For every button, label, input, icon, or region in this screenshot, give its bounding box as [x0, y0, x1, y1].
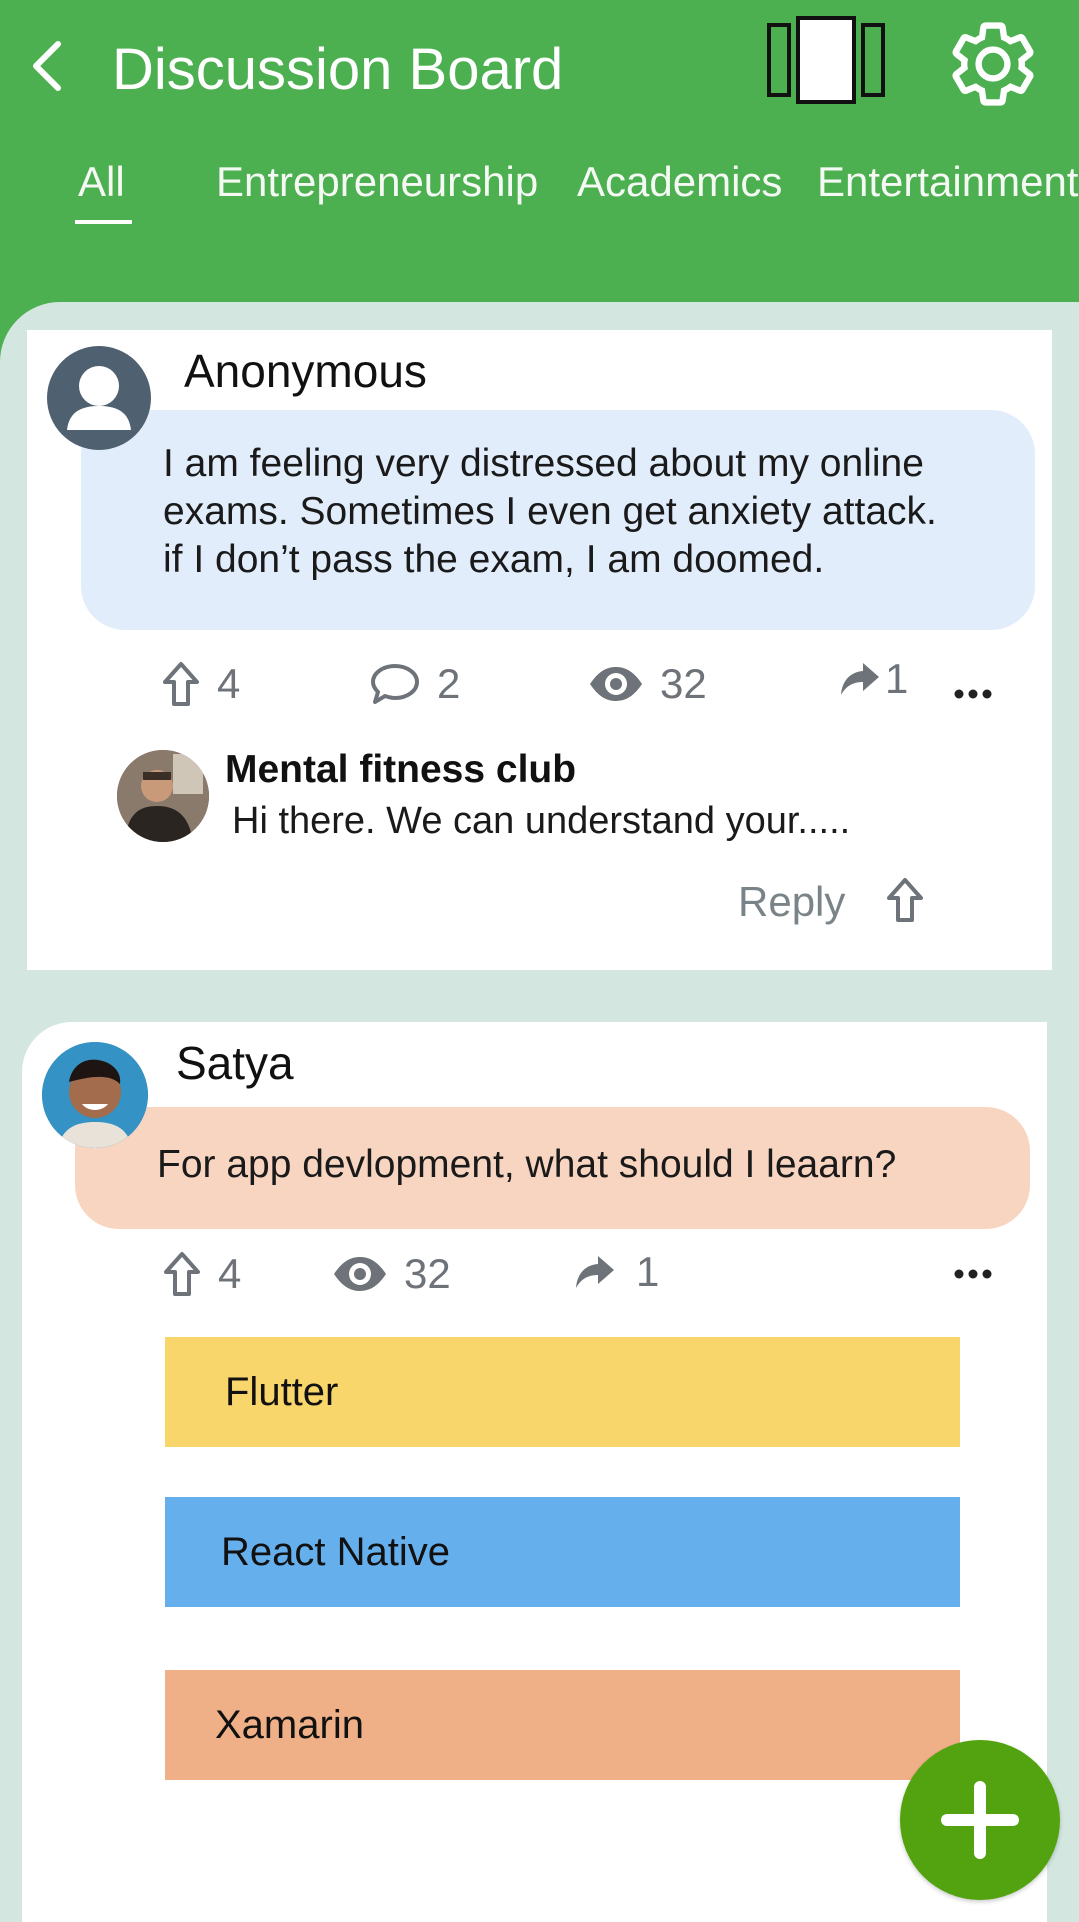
carousel-layout-icon[interactable]	[766, 16, 888, 104]
user-silhouette-icon	[67, 366, 131, 430]
post-text-line: exams. Sometimes I even get anxiety atta…	[163, 490, 937, 533]
post-text-line: I am feeling very distressed about my on…	[163, 442, 924, 485]
arrow-up-outline-icon[interactable]	[885, 876, 925, 924]
tab-entrepreneurship[interactable]: Entrepreneurship	[216, 158, 538, 206]
upvote-count: 4	[218, 1250, 242, 1297]
comment-count: 2	[437, 660, 461, 707]
post-card: For app devlopment, what should I leaarn…	[22, 1022, 1047, 1922]
tab-entertainment[interactable]: Entertainment	[817, 158, 1078, 206]
anonymous-avatar[interactable]	[47, 346, 151, 450]
eye-icon	[590, 667, 642, 701]
post-author[interactable]: Anonymous	[184, 344, 427, 398]
speech-bubble-icon	[371, 664, 419, 704]
gear-icon[interactable]	[945, 16, 1041, 112]
active-tab-indicator	[75, 220, 132, 224]
tab-all[interactable]: All	[78, 158, 125, 206]
ellipsis-icon[interactable]	[953, 1268, 993, 1280]
post-bubble[interactable]: I am feeling very distressed about my on…	[81, 410, 1035, 630]
upvote-button[interactable]: 4	[161, 660, 240, 708]
post-bubble[interactable]: For app devlopment, what should I leaarn…	[75, 1107, 1030, 1229]
upvote-button[interactable]: 4	[162, 1250, 241, 1298]
commenter-avatar[interactable]	[117, 750, 209, 842]
share-count: 1	[885, 655, 909, 702]
tab-academics[interactable]: Academics	[577, 158, 782, 206]
commenter-photo	[117, 750, 209, 842]
category-tabs: All Entrepreneurship Academics Entertain…	[0, 158, 1079, 228]
page-title: Discussion Board	[112, 37, 564, 102]
poll-option-xamarin[interactable]: Xamarin	[165, 1670, 960, 1780]
poll-option-flutter[interactable]: Flutter	[165, 1337, 960, 1447]
plus-icon	[941, 1781, 1019, 1859]
add-post-button[interactable]	[900, 1740, 1060, 1900]
reply-button[interactable]: Reply	[738, 878, 845, 926]
post-text-line: if I don’t pass the exam, I am doomed.	[163, 538, 825, 581]
post-text: For app devlopment, what should I leaarn…	[157, 1143, 897, 1186]
commenter-name[interactable]: Mental fitness club	[225, 748, 576, 792]
user-photo	[42, 1042, 148, 1148]
views-count: 32	[404, 1250, 451, 1297]
post-card: I am feeling very distressed about my on…	[27, 330, 1052, 970]
back-chevron-icon[interactable]	[28, 38, 68, 94]
share-arrow-icon	[576, 1256, 614, 1288]
share-count: 1	[636, 1248, 660, 1295]
arrow-up-outline-icon	[163, 662, 199, 706]
app-header: Discussion Board All Entrepreneurship Ac…	[0, 0, 1079, 310]
post-author[interactable]: Satya	[176, 1036, 294, 1090]
eye-icon	[334, 1257, 386, 1291]
satya-avatar[interactable]	[42, 1042, 148, 1148]
ellipsis-icon[interactable]	[953, 688, 993, 700]
views-stat: 32	[588, 660, 707, 708]
share-arrow-icon	[841, 663, 879, 695]
upvote-count: 4	[217, 660, 241, 707]
views-count: 32	[660, 660, 707, 707]
share-button[interactable]: 1	[837, 655, 908, 703]
comment-button[interactable]: 2	[369, 660, 460, 708]
views-stat: 32	[332, 1250, 451, 1298]
share-button[interactable]: 1	[572, 1248, 659, 1296]
arrow-up-outline-icon	[164, 1252, 200, 1296]
poll-option-react-native[interactable]: React Native	[165, 1497, 960, 1607]
comment-text[interactable]: Hi there. We can understand your.....	[232, 800, 850, 843]
feed: I am feeling very distressed about my on…	[0, 302, 1079, 1922]
